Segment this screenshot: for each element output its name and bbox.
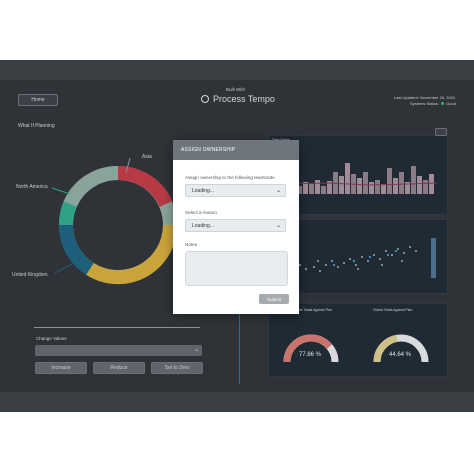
built-with-label: Built With <box>226 87 246 92</box>
submit-label: Submit <box>266 296 281 302</box>
divider <box>34 327 200 328</box>
gauges-panel: Highest Totals Against Plan Global Total… <box>268 303 448 377</box>
teammate-select-value: Loading... <box>192 187 214 194</box>
system-status-value: Good <box>446 101 456 106</box>
reason-select[interactable]: Loading... ⌄ <box>185 219 286 232</box>
system-status-label: Systems Status: <box>410 101 439 106</box>
reason-label: Select a reason <box>185 210 217 215</box>
process-tempo-logo-icon <box>201 95 209 103</box>
increase-label: Increase <box>51 365 71 371</box>
logo: Process Tempo <box>201 94 275 104</box>
donut-segment-blue <box>58 224 95 275</box>
section-title: What If Planning <box>18 123 55 129</box>
panel-menu-button[interactable] <box>435 128 447 136</box>
chevron-down-icon: ⌄ <box>275 188 281 194</box>
assign-prompt: Assign ownership to the following teamma… <box>185 175 275 180</box>
system-status: Systems Status: Good <box>410 101 456 106</box>
home-button[interactable]: Home <box>18 94 58 106</box>
donut-chart <box>51 157 178 285</box>
increase-button[interactable]: Increase <box>35 362 87 374</box>
donut-label-north-america: North America <box>16 184 48 190</box>
gauge-right-value: 44.64 % <box>389 352 412 358</box>
gauge-left-value: 77.86 % <box>299 352 322 358</box>
logo-text: Process Tempo <box>213 94 275 104</box>
scatter-scale-bar <box>431 238 436 278</box>
gauge-left-fill <box>283 334 333 363</box>
bottom-strip <box>0 392 474 412</box>
change-values-label: Change Values <box>36 336 67 341</box>
status-dot-icon <box>441 102 445 105</box>
teammate-select[interactable]: Loading... ⌄ <box>185 184 286 197</box>
reduce-button[interactable]: Reduce <box>93 362 145 374</box>
notes-textarea[interactable] <box>185 251 288 286</box>
scatter-points <box>299 246 417 272</box>
donut-segment-teal <box>59 201 77 226</box>
donut-segment-red <box>117 165 173 208</box>
gauge-right-fill <box>373 334 398 363</box>
set-to-zero-label: Set to Zero <box>164 365 190 371</box>
donut-segment-grey <box>63 165 119 208</box>
chevron-down-icon: ⌄ <box>193 347 199 353</box>
home-label: Home <box>31 97 45 103</box>
modal-title: ASSIGN OWNERSHIP <box>173 140 299 160</box>
reason-select-value: Loading... <box>192 222 214 229</box>
gauges <box>283 334 429 363</box>
notes-label: Notes <box>185 242 198 247</box>
donut-label-asia: Asia <box>142 154 152 160</box>
change-values-select[interactable]: ⌄ <box>35 345 202 356</box>
submit-button[interactable]: Submit <box>259 294 289 304</box>
reduce-label: Reduce <box>110 365 128 371</box>
donut-label-united-kingdom: United Kingdom <box>12 272 48 278</box>
set-to-zero-button[interactable]: Set to Zero <box>151 362 203 374</box>
donut-segment-yellow <box>86 224 178 285</box>
last-updated: Last Updated: November 26, 2024 <box>394 95 456 100</box>
scatter-highlights <box>333 250 397 266</box>
top-strip <box>0 60 474 80</box>
bar-series <box>291 163 434 194</box>
chevron-down-icon: ⌄ <box>275 223 281 229</box>
